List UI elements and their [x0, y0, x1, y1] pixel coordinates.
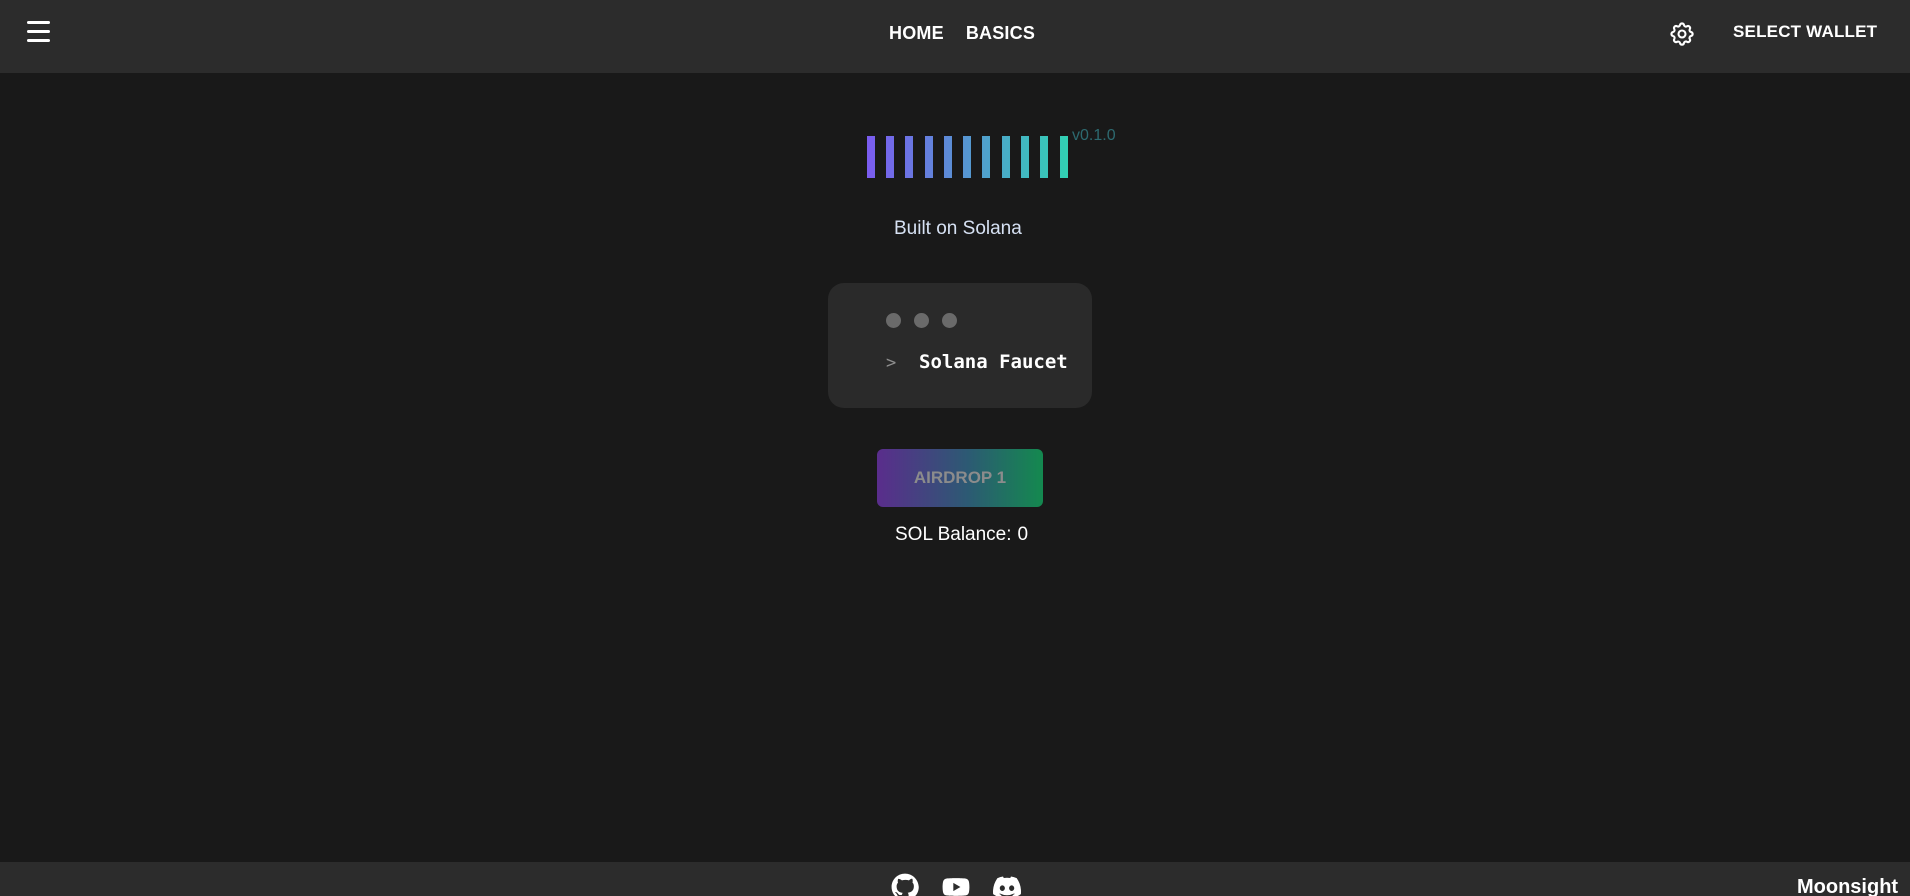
terminal-title: Solana Faucet	[919, 351, 1068, 373]
select-wallet-button[interactable]: SELECT WALLET	[1733, 22, 1877, 42]
hamburger-menu-icon[interactable]	[27, 21, 51, 43]
version-label: v0.1.0	[1072, 127, 1116, 144]
footer: Moonsight	[0, 862, 1910, 896]
terminal-dot-3	[942, 313, 957, 328]
sol-balance-value: 0	[1017, 524, 1029, 545]
app-page: HOME BASICS SELECT WALLET v0.1.0 Built o…	[0, 0, 1910, 896]
solana-bars-logo	[867, 136, 1068, 178]
airdrop-button[interactable]: AIRDROP 1	[877, 449, 1043, 507]
social-links	[889, 873, 1023, 896]
discord-icon[interactable]	[991, 873, 1023, 896]
youtube-icon[interactable]	[940, 873, 972, 896]
top-navbar: HOME BASICS SELECT WALLET	[0, 0, 1910, 73]
main-nav: HOME BASICS	[889, 23, 1035, 44]
terminal-dot-1	[886, 313, 901, 328]
terminal-dot-2	[914, 313, 929, 328]
gear-icon[interactable]	[1668, 20, 1696, 48]
brand-name: Moonsight	[1797, 876, 1899, 896]
nav-link-basics[interactable]: BASICS	[966, 23, 1035, 44]
nav-link-home[interactable]: HOME	[889, 23, 944, 44]
tagline: Built on Solana	[894, 218, 1022, 239]
terminal-card: > Solana Faucet	[828, 283, 1092, 408]
sol-balance: SOL Balance: 0	[895, 524, 1028, 546]
sol-balance-label: SOL Balance:	[895, 524, 1012, 545]
github-icon[interactable]	[889, 873, 921, 896]
prompt-chevron-icon: >	[886, 353, 897, 373]
